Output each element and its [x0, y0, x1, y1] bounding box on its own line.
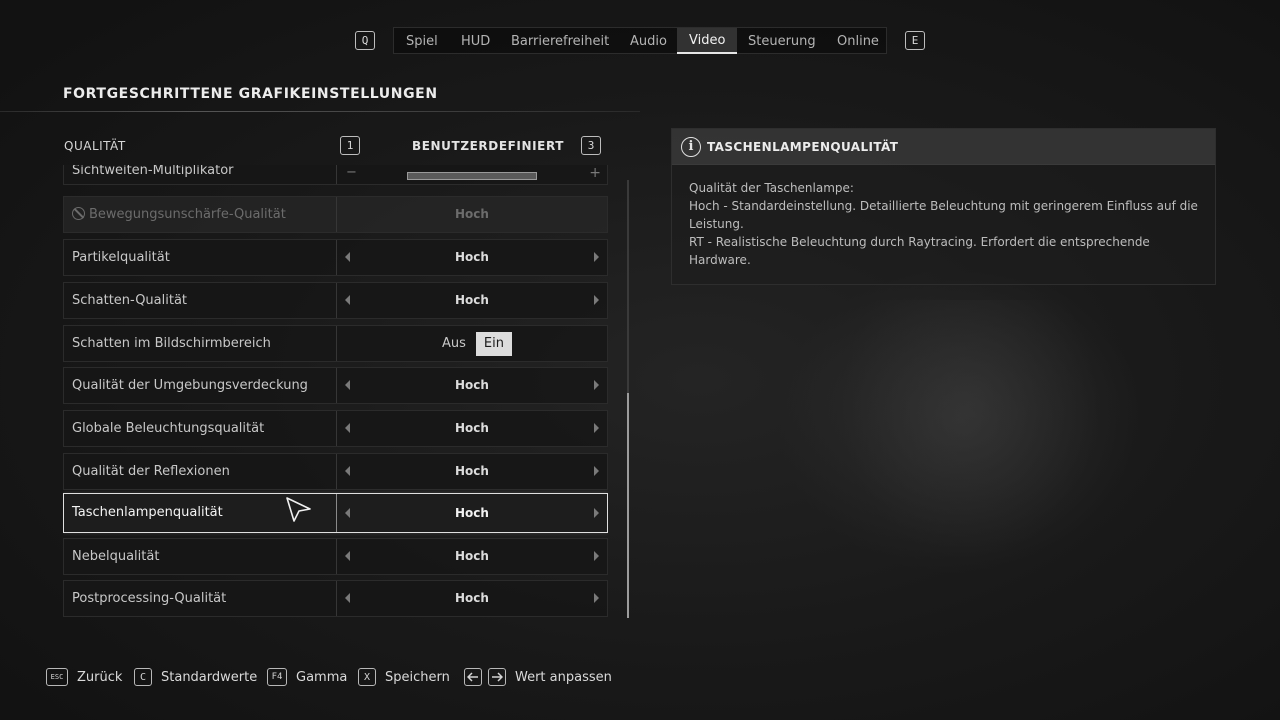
- save-label: Speichern: [385, 669, 450, 685]
- back-label: Zurück: [77, 669, 123, 685]
- back-hint[interactable]: ESC Zurück: [46, 667, 122, 687]
- tab-hud[interactable]: HUD: [461, 28, 490, 54]
- quality-preset-value: BENUTZERDEFINIERT: [412, 139, 565, 153]
- preset-prev-key[interactable]: 1: [340, 136, 360, 155]
- increase-button[interactable]: +: [589, 165, 601, 181]
- background-figure: [840, 300, 1100, 560]
- setting-label: Globale Beleuchtungsqualität: [72, 421, 265, 436]
- setting-label: Nebelqualität: [72, 549, 160, 564]
- setting-label: Postprocessing-Qualität: [72, 591, 227, 606]
- setting-row-reflexionen[interactable]: Qualität der Reflexionen Hoch: [63, 453, 608, 490]
- arrow-right-icon[interactable]: [594, 551, 599, 561]
- setting-row-bewegungsunschaerfe: Bewegungsunschärfe-Qualität Hoch: [63, 196, 608, 233]
- setting-label: Sichtweiten-Multiplikator: [72, 165, 234, 178]
- setting-value: Hoch: [455, 421, 489, 435]
- prev-tab-key[interactable]: Q: [355, 31, 375, 50]
- x-key: X: [358, 668, 376, 686]
- setting-value: Hoch: [455, 506, 489, 520]
- setting-row-sichtweiten[interactable]: Sichtweiten-Multiplikator − +: [63, 165, 608, 185]
- setting-value: Hoch: [455, 591, 489, 605]
- top-nav: Q Spiel HUD Barrierefreiheit Audio Video…: [0, 27, 1280, 55]
- tab-bar: Spiel HUD Barrierefreiheit Audio Video S…: [393, 27, 887, 54]
- arrow-right-icon[interactable]: [594, 423, 599, 433]
- setting-value: Hoch: [455, 207, 489, 221]
- next-tab-key[interactable]: E: [905, 31, 925, 50]
- setting-label: Schatten im Bildschirmbereich: [72, 336, 271, 351]
- setting-row-partikel[interactable]: Partikelqualität Hoch: [63, 239, 608, 276]
- setting-label: Partikelqualität: [72, 250, 170, 265]
- toggle-off-option[interactable]: Aus: [434, 332, 474, 356]
- tab-online[interactable]: Online: [837, 28, 879, 54]
- view-distance-slider[interactable]: [407, 172, 537, 180]
- arrow-left-key-icon: [464, 668, 482, 686]
- defaults-label: Standardwerte: [161, 669, 258, 685]
- decrease-button[interactable]: −: [346, 165, 357, 180]
- adjust-value-label: Wert anpassen: [515, 669, 612, 685]
- setting-row-postprocessing[interactable]: Postprocessing-Qualität Hoch: [63, 580, 608, 617]
- arrow-right-icon[interactable]: [594, 593, 599, 603]
- arrow-right-icon[interactable]: [594, 466, 599, 476]
- mouse-cursor-icon: [286, 497, 311, 522]
- bottom-hint-bar: ESC Zurück C Standardwerte F4 Gamma X Sp…: [0, 667, 1280, 689]
- tab-spiel[interactable]: Spiel: [406, 28, 438, 54]
- section-title: FORTGESCHRITTENE GRAFIKEINSTELLUNGEN: [63, 86, 438, 102]
- setting-row-beleuchtung[interactable]: Globale Beleuchtungsqualität Hoch: [63, 410, 608, 447]
- info-title: TASCHENLAMPENQUALITÄT: [707, 140, 899, 154]
- tab-audio[interactable]: Audio: [630, 28, 667, 54]
- arrow-right-key-icon: [488, 668, 506, 686]
- tab-video[interactable]: Video: [677, 28, 738, 54]
- title-divider: [0, 111, 640, 112]
- info-header: i TASCHENLAMPENQUALITÄT: [672, 129, 1215, 165]
- setting-value: Hoch: [455, 293, 489, 307]
- info-line: RT - Realistische Beleuchtung durch Rayt…: [689, 235, 1150, 267]
- esc-key: ESC: [46, 668, 68, 686]
- f4-key: F4: [267, 668, 287, 686]
- info-icon: i: [681, 137, 701, 157]
- settings-scrollbar[interactable]: [627, 180, 629, 618]
- info-line: Hoch - Standardeinstellung. Detaillierte…: [689, 199, 1198, 231]
- setting-row-schatten-bildschirm[interactable]: Schatten im Bildschirmbereich Aus Ein: [63, 325, 608, 362]
- setting-label: Taschenlampenqualität: [72, 505, 223, 520]
- setting-label: Schatten-Qualität: [72, 293, 188, 308]
- setting-row-umgebungsverdeckung[interactable]: Qualität der Umgebungsverdeckung Hoch: [63, 367, 608, 404]
- c-key: C: [134, 668, 152, 686]
- setting-value: Hoch: [455, 378, 489, 392]
- tab-barrierefreiheit[interactable]: Barrierefreiheit: [511, 28, 609, 54]
- setting-value: Hoch: [455, 464, 489, 478]
- setting-label: Qualität der Reflexionen: [72, 464, 230, 479]
- info-description: Qualität der Taschenlampe: Hoch - Standa…: [689, 179, 1199, 269]
- scrollbar-thumb[interactable]: [627, 393, 629, 618]
- adjust-value-hint[interactable]: Wert anpassen: [464, 667, 612, 687]
- settings-list: Sichtweiten-Multiplikator − + Bewegungsu…: [63, 165, 608, 617]
- toggle-on-option[interactable]: Ein: [475, 332, 512, 356]
- arrow-right-icon[interactable]: [594, 508, 599, 518]
- setting-value: Hoch: [455, 250, 489, 264]
- save-hint[interactable]: X Speichern: [358, 667, 450, 687]
- gamma-label: Gamma: [296, 669, 348, 685]
- on-off-toggle[interactable]: Aus Ein: [434, 332, 512, 356]
- setting-label: Bewegungsunschärfe-Qualität: [72, 207, 286, 222]
- gamma-hint[interactable]: F4 Gamma: [267, 667, 347, 687]
- quality-preset-row[interactable]: QUALITÄT 1 BENUTZERDEFINIERT 3: [64, 135, 608, 157]
- setting-value: Hoch: [455, 549, 489, 563]
- quality-preset-label: QUALITÄT: [64, 139, 126, 153]
- info-panel: i TASCHENLAMPENQUALITÄT Qualität der Tas…: [671, 128, 1216, 285]
- setting-label: Qualität der Umgebungsverdeckung: [72, 378, 308, 393]
- disabled-icon: [72, 207, 85, 220]
- arrow-right-icon[interactable]: [594, 295, 599, 305]
- defaults-hint[interactable]: C Standardwerte: [134, 667, 257, 687]
- arrow-right-icon[interactable]: [594, 380, 599, 390]
- info-line: Qualität der Taschenlampe:: [689, 181, 854, 195]
- setting-row-nebel[interactable]: Nebelqualität Hoch: [63, 538, 608, 575]
- arrow-right-icon[interactable]: [594, 252, 599, 262]
- tab-steuerung[interactable]: Steuerung: [748, 28, 816, 54]
- setting-row-schatten[interactable]: Schatten-Qualität Hoch: [63, 282, 608, 319]
- preset-next-key[interactable]: 3: [581, 136, 601, 155]
- setting-row-taschenlampe[interactable]: Taschenlampenqualität Hoch: [63, 493, 608, 533]
